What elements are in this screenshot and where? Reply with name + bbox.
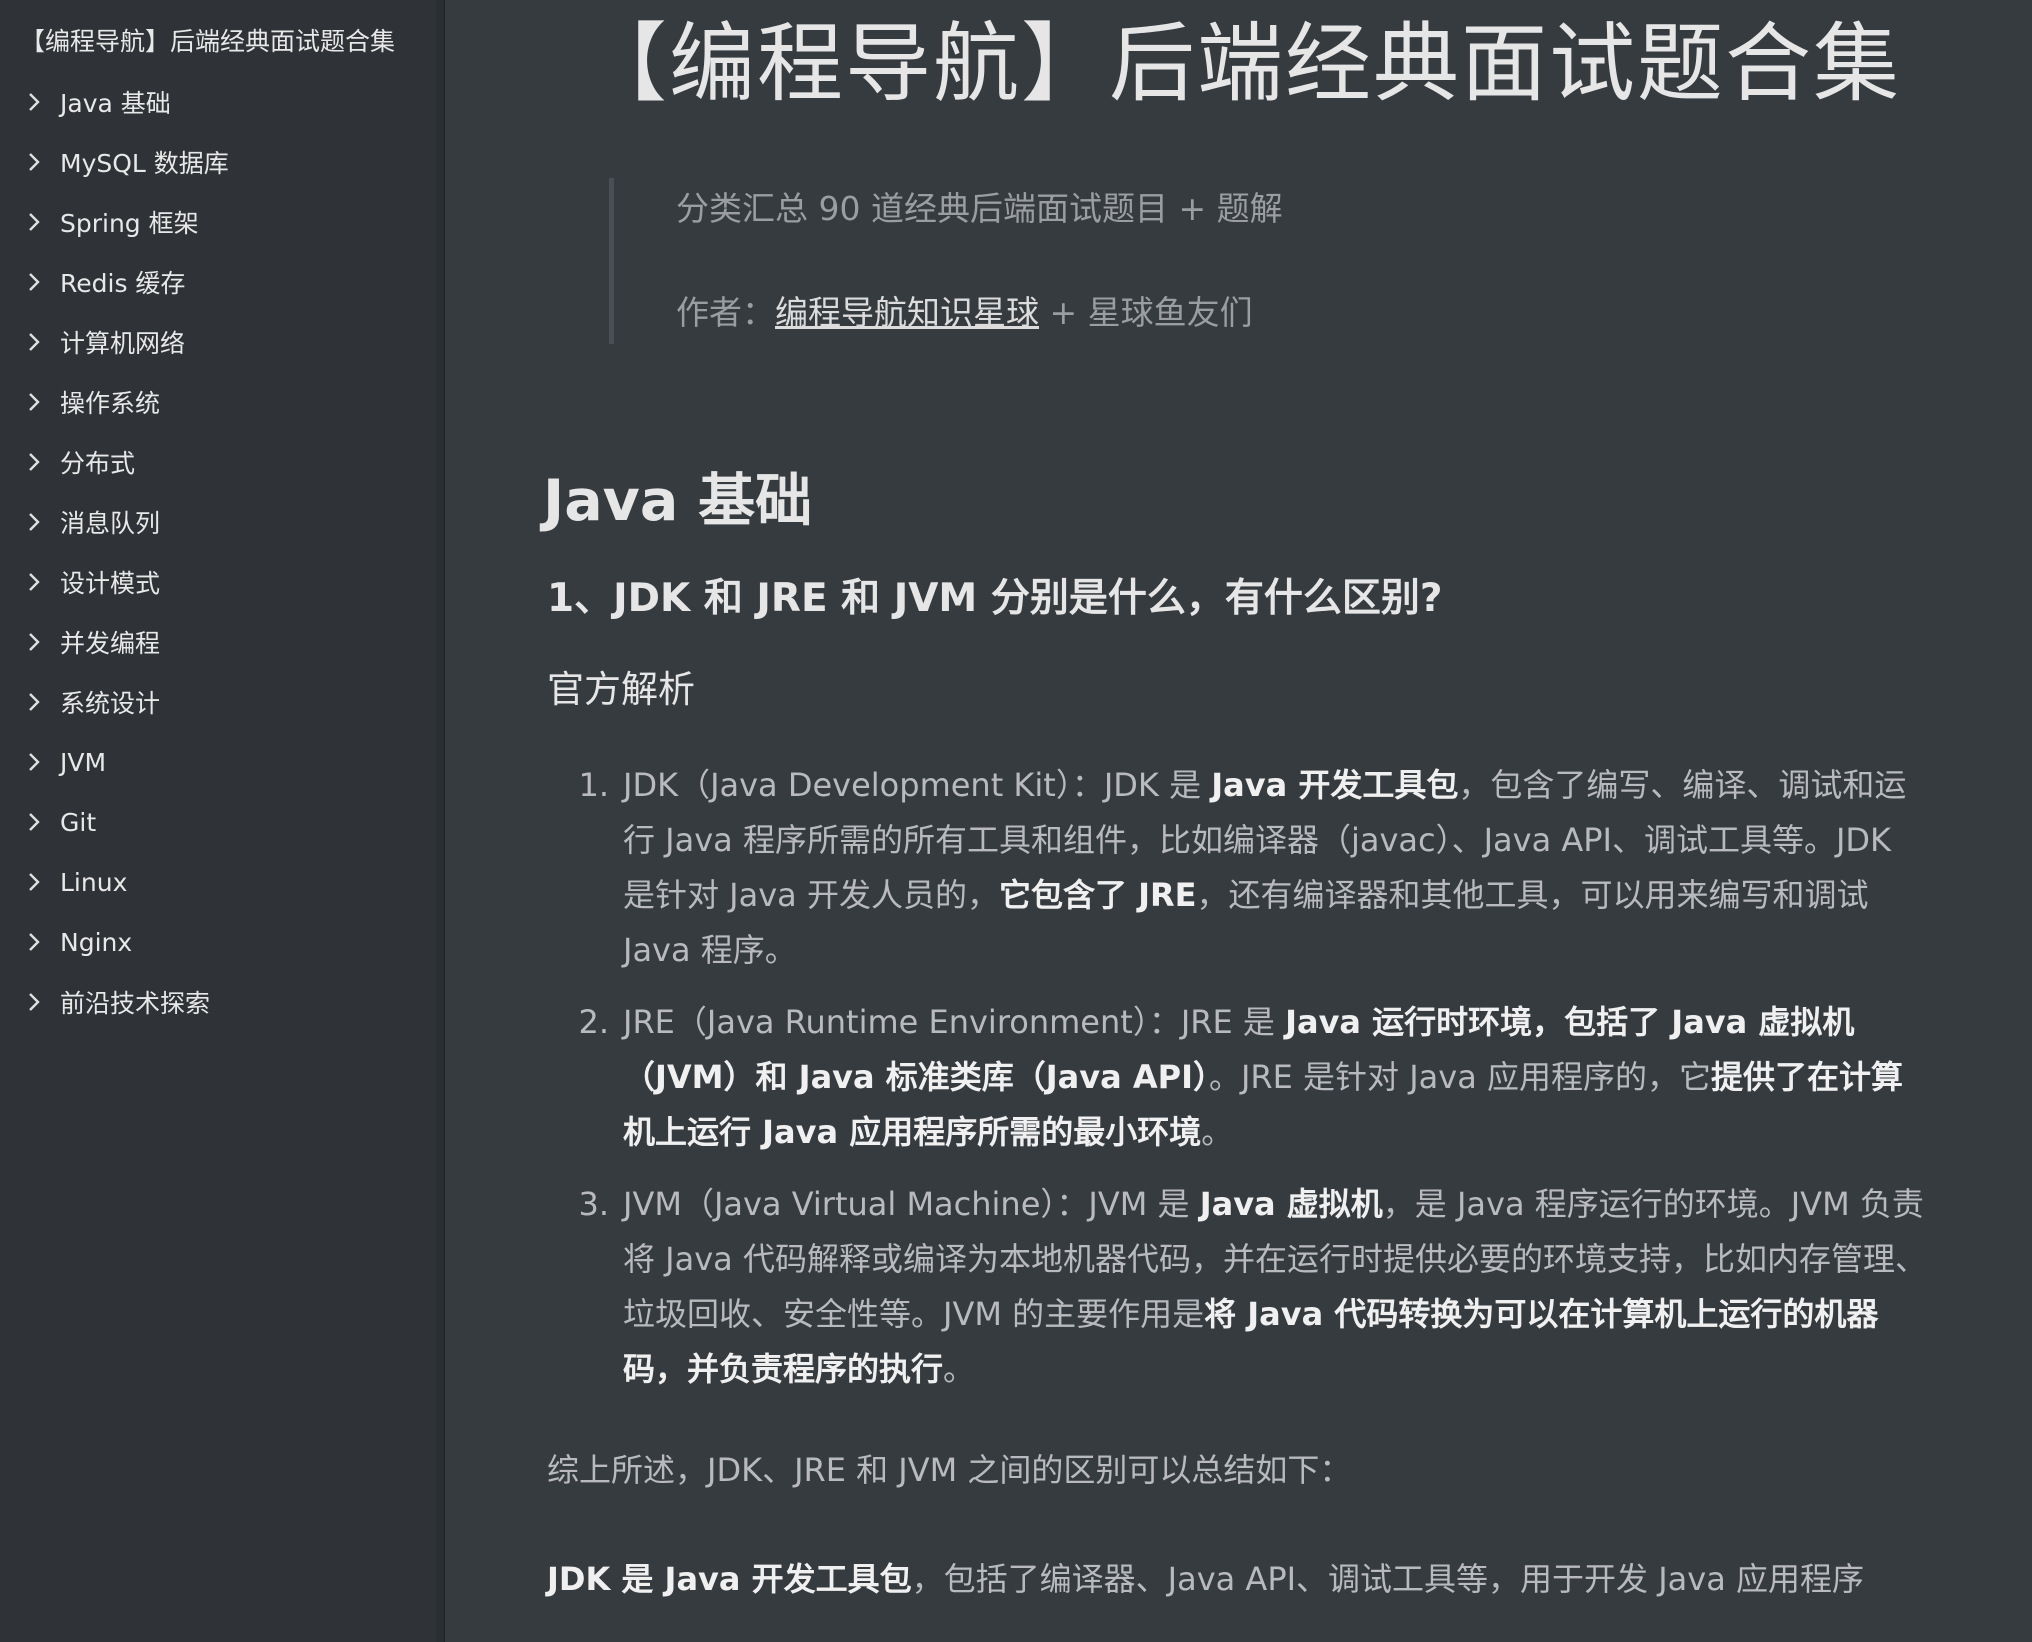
bold-run: Java 开发工具包 <box>1211 766 1459 804</box>
text-run: JDK（Java Development Kit）：JDK 是 <box>623 766 1212 804</box>
text-run: 。 <box>1201 1113 1234 1151</box>
toc-item-label: Java 基础 <box>60 89 171 118</box>
section-heading: Java 基础 <box>543 468 813 534</box>
next-paragraph: JDK 是 Java 开发工具包，包括了编译器、Java API、调试工具等，用… <box>547 1552 1933 1607</box>
toc-item[interactable]: Java 基础 <box>20 72 416 132</box>
toc-item-label: 设计模式 <box>60 569 161 598</box>
list-item: 3. JVM（Java Virtual Machine）：JVM 是 Java … <box>543 1177 1933 1397</box>
summary-paragraph: 综上所述，JDK、JRE 和 JVM 之间的区别可以总结如下： <box>547 1451 1352 1489</box>
bold-run: Java 虚拟机 <box>1199 1185 1383 1223</box>
answer-list: 1. JDK（Java Development Kit）：JDK 是 Java … <box>543 758 1933 1397</box>
toc-item-label: 前沿技术探索 <box>60 989 211 1018</box>
text-run: ，包括了编译器、Java API、调试工具等，用于开发 Java 应用程序 <box>911 1560 1864 1598</box>
author-suffix: + 星球鱼友们 <box>1039 293 1253 332</box>
text-run: JVM（Java Virtual Machine）：JVM 是 <box>623 1185 1200 1223</box>
list-item-text: JDK（Java Development Kit）：JDK 是 Java 开发工… <box>623 758 1933 978</box>
document-pane[interactable]: 【编程导航】后端经典面试题合集 分类汇总 90 道经典后端面试题目 + 题解 作… <box>445 0 2032 1642</box>
toc-item-label: 计算机网络 <box>60 329 186 358</box>
chevron-right-icon[interactable] <box>24 812 44 832</box>
chevron-right-icon[interactable] <box>24 632 44 652</box>
chevron-right-icon[interactable] <box>24 452 44 472</box>
chevron-right-icon[interactable] <box>24 752 44 772</box>
chevron-right-icon[interactable] <box>24 212 44 232</box>
list-item: 1. JDK（Java Development Kit）：JDK 是 Java … <box>543 758 1933 978</box>
list-item-text: JVM（Java Virtual Machine）：JVM 是 Java 虚拟机… <box>623 1177 1933 1397</box>
app-window: 【编程导航】后端经典面试题合集 Java 基础 MySQL 数据库 Spring… <box>0 0 2032 1642</box>
text-run: JRE（Java Runtime Environment）：JRE 是 <box>623 1003 1286 1041</box>
toc-item[interactable]: 操作系统 <box>20 372 416 432</box>
toc-item-label: Linux <box>60 867 128 897</box>
list-number: 1. <box>578 766 609 804</box>
toc-item[interactable]: 设计模式 <box>20 552 416 612</box>
bold-run: JDK 是 Java 开发工具包 <box>547 1560 912 1598</box>
sidebar-resize-handle[interactable] <box>436 0 445 1642</box>
list-item-text: JRE（Java Runtime Environment）：JRE 是 Java… <box>623 995 1933 1160</box>
toc-item-label: JVM <box>60 747 107 777</box>
toc-item[interactable]: 分布式 <box>20 432 416 492</box>
toc-item[interactable]: Git <box>20 792 416 852</box>
toc-item-label: MySQL 数据库 <box>60 149 229 178</box>
toc-item[interactable]: 并发编程 <box>20 612 416 672</box>
chevron-right-icon[interactable] <box>24 512 44 532</box>
text-run: 。 <box>943 1350 976 1388</box>
chevron-right-icon[interactable] <box>24 692 44 712</box>
toc-item[interactable]: 前沿技术探索 <box>20 972 416 1032</box>
chevron-right-icon[interactable] <box>24 272 44 292</box>
author-prefix: 作者： <box>676 293 775 332</box>
document-content: 【编程导航】后端经典面试题合集 分类汇总 90 道经典后端面试题目 + 题解 作… <box>543 0 1933 1607</box>
toc-item-label: 系统设计 <box>60 689 161 718</box>
chevron-right-icon[interactable] <box>24 152 44 172</box>
list-item: 2. JRE（Java Runtime Environment）：JRE 是 J… <box>543 995 1933 1160</box>
toc-item-label: 分布式 <box>60 449 136 478</box>
bold-run: 它包含了 JRE <box>998 876 1197 914</box>
chevron-right-icon[interactable] <box>24 92 44 112</box>
toc-item[interactable]: Spring 框架 <box>20 192 416 252</box>
chevron-right-icon[interactable] <box>24 572 44 592</box>
toc-item[interactable]: 系统设计 <box>20 672 416 732</box>
toc-item[interactable]: Nginx <box>20 912 416 972</box>
list-number: 3. <box>578 1185 609 1223</box>
toc-item-label: Git <box>60 807 97 837</box>
intro-blockquote: 分类汇总 90 道经典后端面试题目 + 题解 作者：编程导航知识星球 + 星球鱼… <box>609 178 1933 344</box>
subheading: 官方解析 <box>547 668 695 711</box>
outline-sidebar: 【编程导航】后端经典面试题合集 Java 基础 MySQL 数据库 Spring… <box>0 0 436 1642</box>
list-number: 2. <box>578 1003 609 1041</box>
toc-item[interactable]: Linux <box>20 852 416 912</box>
toc-list: Java 基础 MySQL 数据库 Spring 框架 Redis 缓存 计算机… <box>20 72 416 1032</box>
quote-author-line: 作者：编程导航知识星球 + 星球鱼友们 <box>676 290 1933 336</box>
toc-item-label: Nginx <box>60 927 133 957</box>
sidebar-doc-title[interactable]: 【编程导航】后端经典面试题合集 <box>20 22 416 62</box>
chevron-right-icon[interactable] <box>24 392 44 412</box>
question-heading: 1、JDK 和 JRE 和 JVM 分别是什么，有什么区别? <box>547 576 1443 621</box>
text-run: 。JRE 是针对 Java 应用程序的，它 <box>1208 1058 1711 1096</box>
chevron-right-icon[interactable] <box>24 932 44 952</box>
author-link[interactable]: 编程导航知识星球 <box>775 293 1039 332</box>
toc-item-label: 消息队列 <box>60 509 161 538</box>
quote-summary: 分类汇总 90 道经典后端面试题目 + 题解 <box>676 189 1283 228</box>
toc-item[interactable]: MySQL 数据库 <box>20 132 416 192</box>
toc-item[interactable]: 计算机网络 <box>20 312 416 372</box>
toc-item[interactable]: JVM <box>20 732 416 792</box>
toc-item-label: 并发编程 <box>60 629 161 658</box>
toc-item-label: 操作系统 <box>60 389 161 418</box>
toc-item-label: Spring 框架 <box>60 209 199 238</box>
toc-item[interactable]: 消息队列 <box>20 492 416 552</box>
chevron-right-icon[interactable] <box>24 992 44 1012</box>
toc-item-label: Redis 缓存 <box>60 269 186 298</box>
document-title: 【编程导航】后端经典面试题合集 <box>581 14 1901 114</box>
chevron-right-icon[interactable] <box>24 872 44 892</box>
chevron-right-icon[interactable] <box>24 332 44 352</box>
toc-item[interactable]: Redis 缓存 <box>20 252 416 312</box>
